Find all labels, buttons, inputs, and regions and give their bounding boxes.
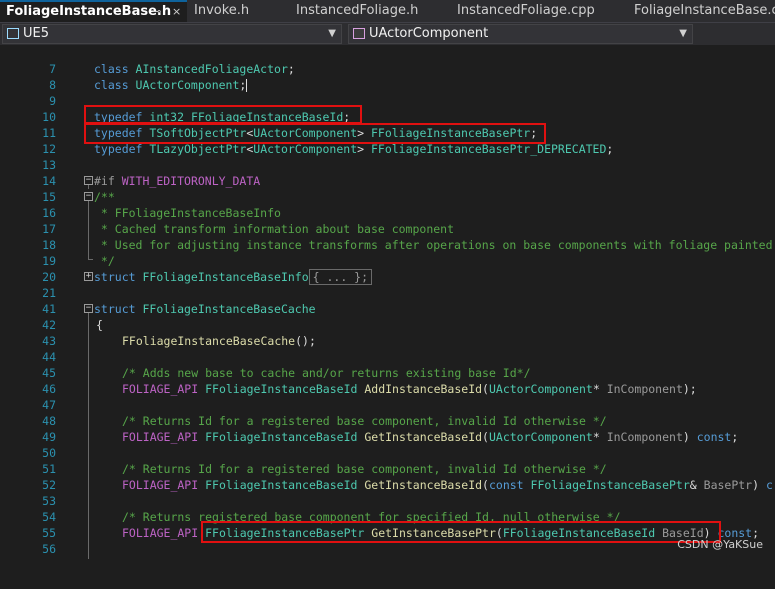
scope-name: UActorComponent (369, 26, 489, 41)
outline-guide (88, 259, 93, 260)
code-line: 18 * Cached transform information about … (0, 221, 775, 252)
code-line: 41 (0, 285, 775, 316)
code-line: 17 * FFoliageInstanceBaseInfo (0, 205, 775, 236)
expand-toggle-icon[interactable]: + (84, 272, 93, 281)
code-line: 51 (0, 445, 775, 476)
outline-guide (88, 201, 89, 259)
code-line: 54 (0, 493, 775, 524)
pin-icon[interactable]: ⊸ (152, 2, 161, 22)
highlight-box (201, 521, 721, 543)
tab-foliageinstancebase-cpp[interactable]: FoliageInstanceBase.cpp (628, 0, 775, 22)
highlight-box (84, 123, 546, 144)
code-line: 9 class UActorComponent; (0, 77, 775, 108)
watermark: CSDN @YaKSue (677, 538, 763, 551)
code-line: 43 { (0, 317, 775, 348)
code-line: 8 class AInstancedFoliageActor; (0, 61, 775, 92)
chevron-down-icon: ▼ (328, 28, 336, 39)
code-line: 15 #if WITH_EDITORONLY_DATA (0, 173, 775, 204)
navigation-bar: UE5 ▼ UActorComponent ▼ (0, 23, 775, 46)
code-line: 52 /* Returns Id for a registered base c… (0, 461, 775, 492)
scope-dropdown[interactable]: UActorComponent ▼ (348, 24, 693, 44)
code-line: 48 (0, 397, 775, 428)
code-line: 14 (0, 157, 775, 188)
tab-label: FoliageInstanceBase.h (6, 4, 172, 19)
close-icon[interactable]: × (172, 2, 181, 22)
text-cursor (246, 79, 248, 92)
document-tab-strip: FoliageInstanceBase.h ⊸ × Invoke.h Insta… (0, 0, 775, 23)
collapsed-region[interactable]: { ... }; (308, 269, 373, 285)
chevron-down-icon: ▼ (679, 28, 687, 39)
code-line: 19 * Used for adjusting instance transfo… (0, 237, 775, 268)
code-line: 21 struct FFoliageInstanceBaseInfo{ ... … (0, 269, 775, 300)
collapse-toggle-icon[interactable]: − (84, 176, 93, 185)
code-line: 16 /** (0, 189, 775, 220)
code-line: 20 */ (0, 253, 775, 284)
code-line: 7 (0, 45, 775, 76)
highlight-box (84, 105, 362, 124)
project-icon (7, 28, 19, 39)
collapse-toggle-icon[interactable]: − (84, 304, 93, 313)
tab-label: FoliageInstanceBase.cpp (634, 3, 775, 18)
project-dropdown[interactable]: UE5 ▼ (2, 24, 342, 44)
outline-guide (88, 313, 89, 559)
tab-foliageinstancebase-h[interactable]: FoliageInstanceBase.h ⊸ × (0, 0, 187, 22)
code-line: 53 FOLIAGE_API FFoliageInstanceBaseId Ge… (0, 477, 775, 508)
tab-instancedfoliage-cpp[interactable]: InstancedFoliage.cpp (451, 0, 627, 22)
tab-label: InstancedFoliage.cpp (457, 3, 595, 18)
code-line: 47 FOLIAGE_API FFoliageInstanceBaseId Ad… (0, 381, 775, 412)
line-number: 56 (42, 542, 56, 556)
tab-invoke-h[interactable]: Invoke.h (188, 0, 289, 22)
tab-label: Invoke.h (194, 3, 250, 18)
tab-label: InstancedFoliage.h (296, 3, 419, 18)
code-line: 49 /* Returns Id for a registered base c… (0, 413, 775, 444)
code-editor[interactable]: 7 8 class AInstancedFoliageActor; 9 clas… (0, 45, 775, 559)
class-icon (353, 28, 365, 39)
code-line: 50 FOLIAGE_API FFoliageInstanceBaseId Ge… (0, 429, 775, 460)
code-line: 45 (0, 349, 775, 380)
collapse-toggle-icon[interactable]: − (84, 192, 93, 201)
code-line: 46 /* Adds new base to cache and/or retu… (0, 365, 775, 396)
project-name: UE5 (23, 26, 49, 41)
tab-instancedfoliage-h[interactable]: InstancedFoliage.h (290, 0, 450, 22)
code-line: 44 FFoliageInstanceBaseCache(); (0, 333, 775, 364)
outline-guide (88, 185, 89, 189)
code-line: 42 struct FFoliageInstanceBaseCache (0, 301, 775, 332)
